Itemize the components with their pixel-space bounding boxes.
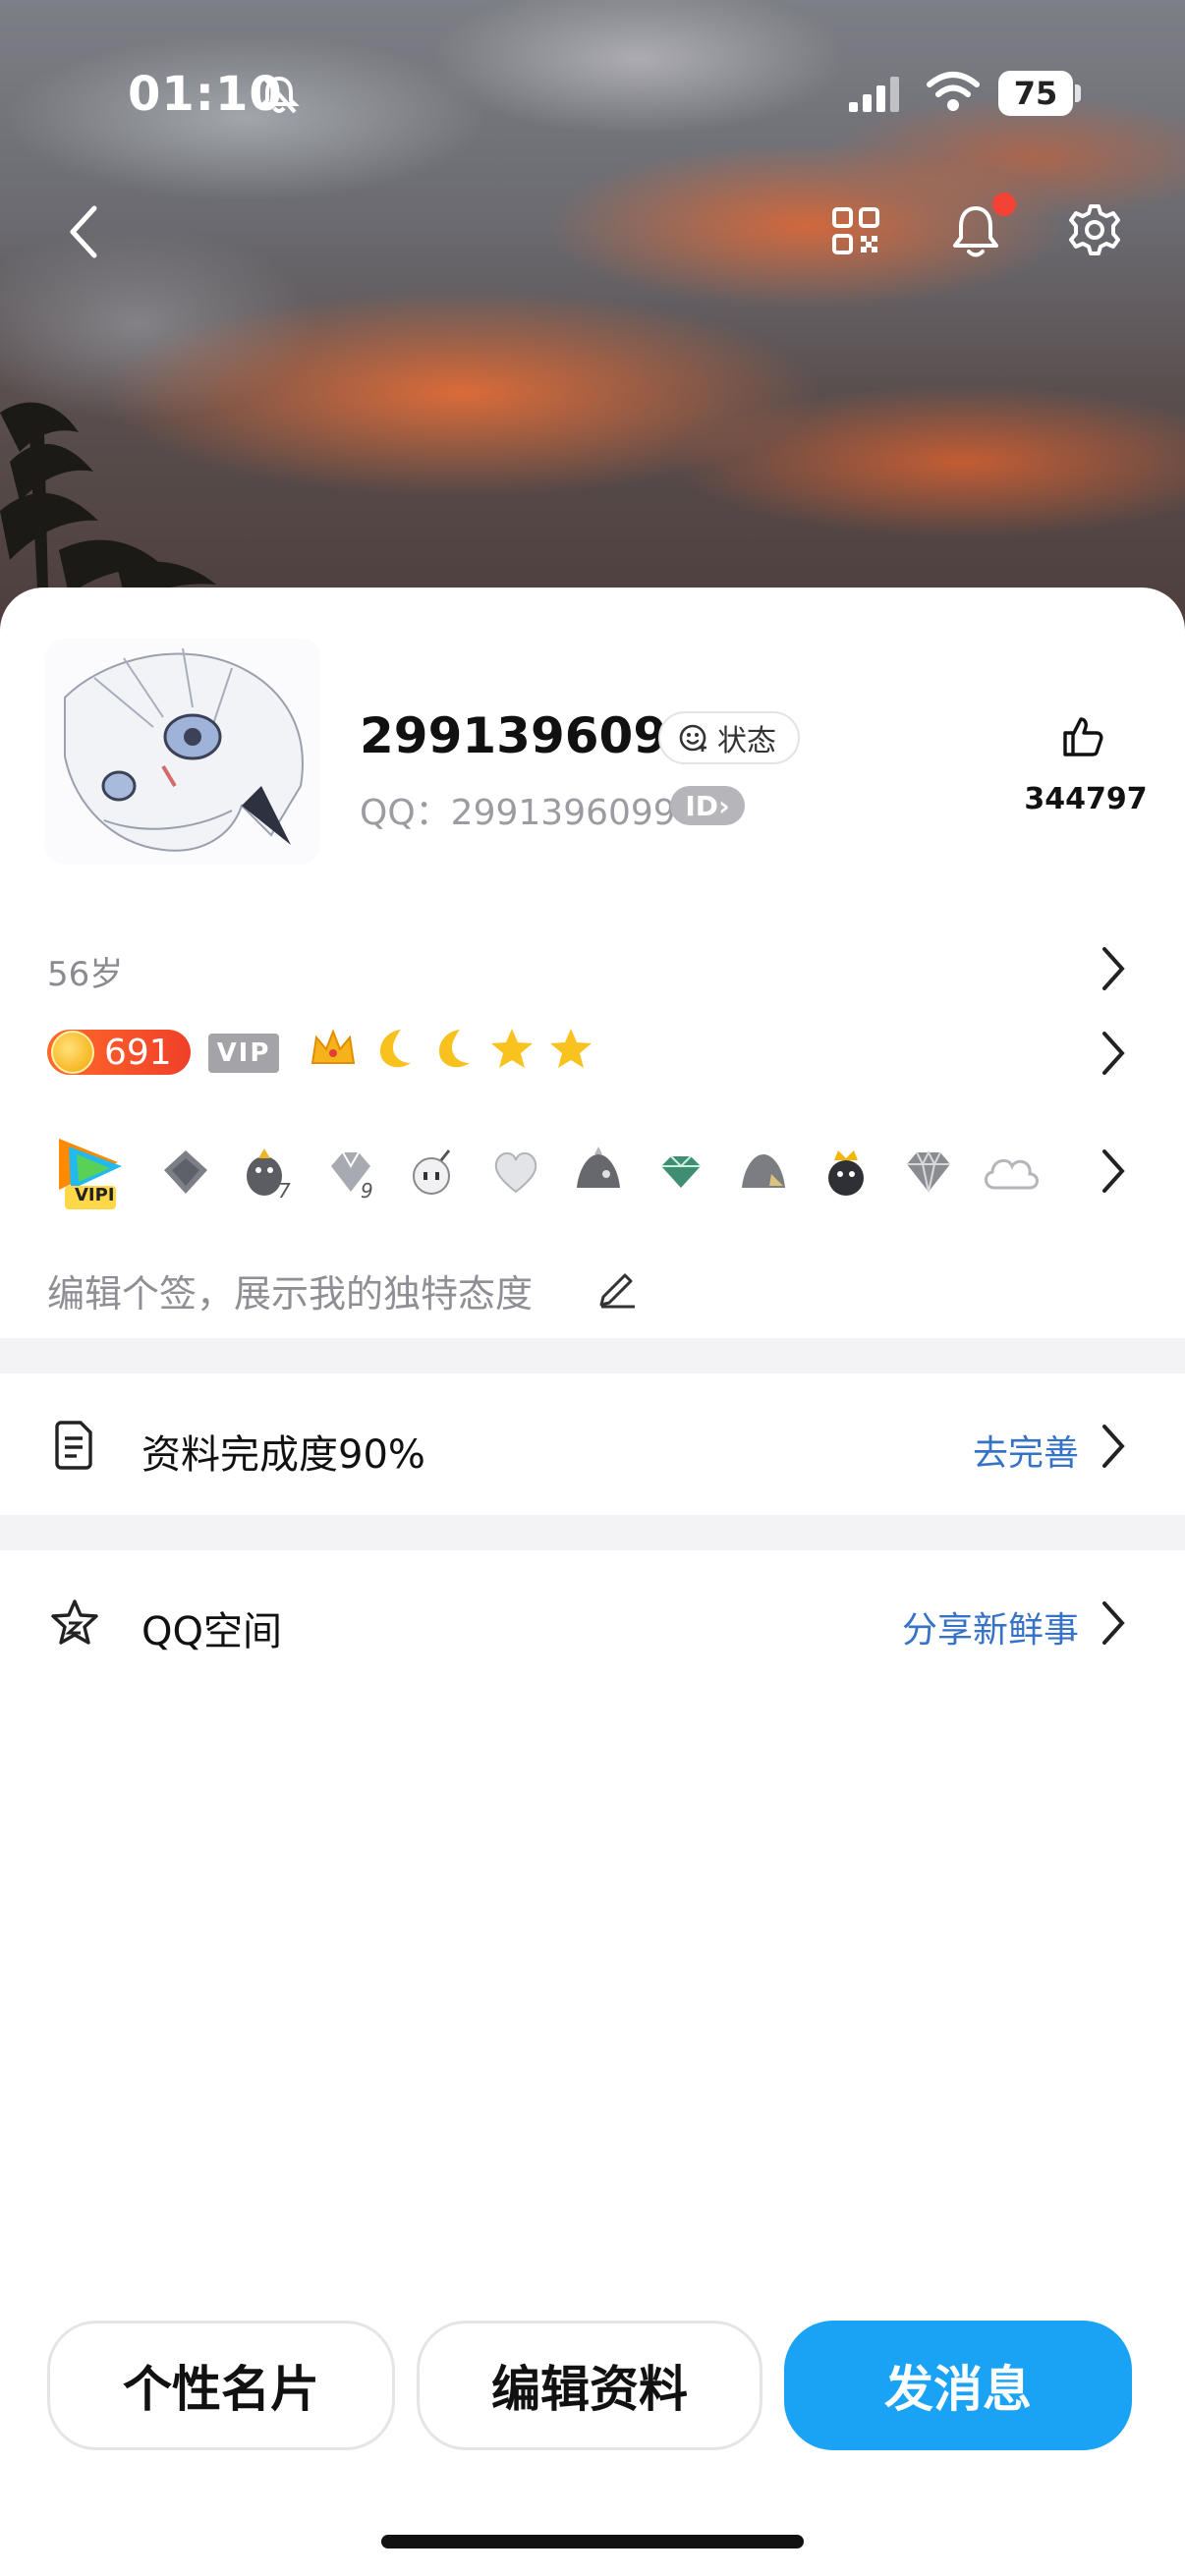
diamond-badge [153, 1140, 218, 1204]
battery-tip [1075, 84, 1081, 102]
silver-diamond-badge [896, 1140, 961, 1204]
signature-placeholder[interactable]: 编辑个签，展示我的独特态度 [47, 1263, 533, 1317]
coin-level: 691 [104, 1032, 172, 1073]
status-label: 状态 [717, 724, 776, 758]
vip-tag[interactable]: VIP [208, 1034, 279, 1073]
send-message-button[interactable]: 发消息 [784, 2321, 1132, 2450]
star-icon [550, 1029, 592, 1068]
status-face-icon [679, 724, 706, 752]
set-status-button[interactable]: 状态 [658, 711, 800, 764]
complete-profile-link[interactable]: 去完善 [973, 1425, 1079, 1476]
edit-pencil-icon[interactable] [595, 1265, 639, 1309]
edit-profile-button[interactable]: 编辑资料 [417, 2321, 762, 2450]
chevron-right-icon[interactable] [1099, 945, 1128, 992]
heart-icon [494, 1152, 537, 1194]
star-icon [491, 1029, 533, 1068]
mute-bell-icon [258, 75, 300, 114]
back-arrow-icon[interactable] [65, 202, 100, 261]
svg-text:7: 7 [278, 1179, 291, 1200]
vip-badge-label: VIPI [75, 1185, 115, 1205]
qq-number: QQ：2991396099 [360, 793, 676, 833]
profile-card [0, 588, 1185, 2576]
badge-row[interactable]: VIPI 7 9 [47, 1130, 1044, 1214]
document-icon [55, 1421, 92, 1470]
heart-badge [483, 1140, 548, 1204]
hat-icon [577, 1147, 620, 1188]
qzone-star-icon [51, 1599, 98, 1645]
crown-icon [310, 1029, 356, 1064]
notification-dot [992, 193, 1016, 216]
avatar[interactable] [45, 639, 320, 865]
cloud-icon [985, 1158, 1039, 1190]
crystal-icon: 9 [331, 1151, 373, 1200]
king-penguin-badge [814, 1140, 878, 1204]
penguin-icon: 7 [247, 1148, 291, 1200]
helmet-badge [731, 1140, 796, 1204]
share-news-link[interactable]: 分享新鲜事 [902, 1601, 1079, 1652]
green-gem-icon [661, 1155, 701, 1188]
cloud-badge [979, 1140, 1044, 1204]
age-info[interactable]: 56岁 [47, 947, 123, 995]
bomb-icon [413, 1149, 451, 1195]
thumbs-up-icon[interactable] [1061, 715, 1104, 758]
nickname: 2991396099 [360, 707, 702, 764]
svg-text:9: 9 [361, 1179, 373, 1200]
id-badge[interactable]: ID › [670, 786, 745, 825]
qr-code-icon[interactable] [831, 206, 880, 255]
qzone-label[interactable]: QQ空间 [141, 1599, 282, 1656]
hat-badge [566, 1140, 631, 1204]
crystal-badge: 9 [318, 1140, 383, 1204]
chevron-right-icon[interactable] [1099, 1599, 1128, 1647]
vip-video-badge: VIPI [47, 1130, 136, 1214]
king-penguin-icon [828, 1150, 864, 1196]
coin-level-badge[interactable]: 691 [47, 1030, 191, 1075]
chevron-right-icon[interactable] [1099, 1423, 1128, 1470]
id-chevron-icon: › [718, 789, 730, 822]
green-gem-badge [649, 1140, 713, 1204]
home-indicator[interactable] [381, 2535, 804, 2548]
silver-diamond-icon [907, 1149, 950, 1193]
penguin-badge: 7 [236, 1140, 301, 1204]
bomb-badge [401, 1140, 466, 1204]
personal-card-button[interactable]: 个性名片 [47, 2321, 395, 2450]
moon-icon [438, 1030, 470, 1068]
section-divider [0, 1515, 1185, 1550]
settings-gear-icon[interactable] [1067, 202, 1122, 257]
level-icons[interactable] [309, 1026, 593, 1071]
coin-icon [51, 1031, 94, 1074]
section-divider [0, 1338, 1185, 1373]
moon-icon [379, 1030, 411, 1068]
gem-icon [164, 1150, 207, 1194]
id-badge-label: ID [685, 789, 719, 822]
profile-completeness-label[interactable]: 资料完成度90% [141, 1423, 425, 1480]
cellular-signal-icon [849, 77, 899, 112]
battery-indicator: 75 [998, 71, 1073, 116]
like-count: 344797 [1024, 782, 1148, 816]
wifi-icon [927, 72, 980, 111]
helmet-icon [742, 1154, 785, 1188]
chevron-right-icon[interactable] [1099, 1030, 1128, 1077]
chevron-right-icon[interactable] [1099, 1148, 1128, 1195]
